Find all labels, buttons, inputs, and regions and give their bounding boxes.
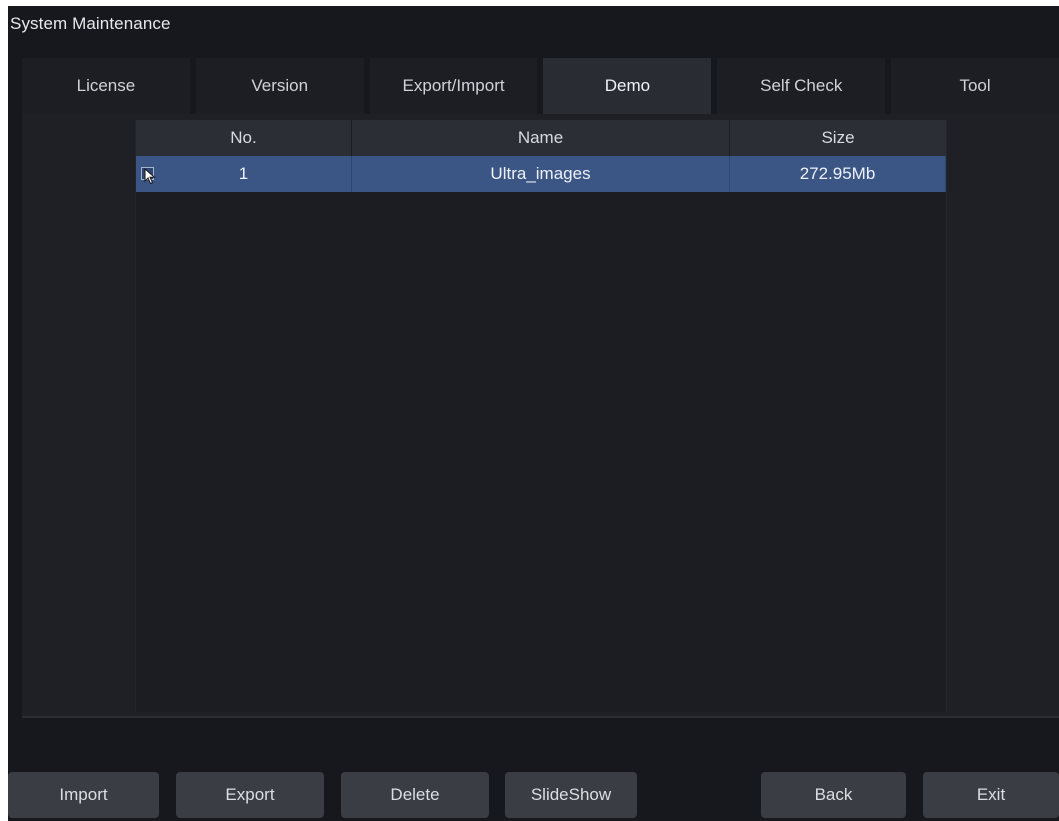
tab-bar: License Version Export/Import Demo Self … (22, 58, 1059, 114)
mouse-pointer-icon (144, 168, 156, 185)
import-button[interactable]: Import (8, 772, 159, 818)
demo-files-table: No. Name Size 1 Ultra_images 272.95Mb (135, 120, 947, 712)
cell-no-value: 1 (238, 164, 249, 183)
tab-demo[interactable]: Demo (543, 58, 718, 114)
table-header: No. Name Size (136, 120, 946, 156)
exit-button[interactable]: Exit (923, 772, 1059, 818)
column-header-no: No. (136, 120, 352, 156)
tab-version[interactable]: Version (195, 58, 370, 114)
back-button[interactable]: Back (761, 772, 906, 818)
column-header-name: Name (352, 120, 730, 156)
cell-name: Ultra_images (352, 156, 730, 192)
tab-export-import[interactable]: Export/Import (369, 58, 544, 114)
column-header-size: Size (821, 128, 855, 147)
table-row[interactable]: 1 Ultra_images 272.95Mb (136, 156, 946, 192)
slideshow-button[interactable]: SlideShow (505, 772, 637, 818)
export-button[interactable]: Export (176, 772, 324, 818)
cell-no: 1 (136, 156, 352, 192)
action-bar: Import Export Delete SlideShow Back Exit (8, 748, 1059, 821)
tab-self-check[interactable]: Self Check (717, 58, 892, 114)
window-title: System Maintenance (10, 14, 171, 33)
tab-tool[interactable]: Tool (891, 58, 1059, 114)
tab-license[interactable]: License (22, 58, 196, 114)
demo-panel: No. Name Size 1 Ultra_images 272.95Mb (22, 114, 1059, 718)
cell-size: 272.95Mb (730, 156, 946, 192)
delete-button[interactable]: Delete (341, 772, 489, 818)
system-maintenance-window: System Maintenance License Version Expor… (8, 6, 1059, 821)
